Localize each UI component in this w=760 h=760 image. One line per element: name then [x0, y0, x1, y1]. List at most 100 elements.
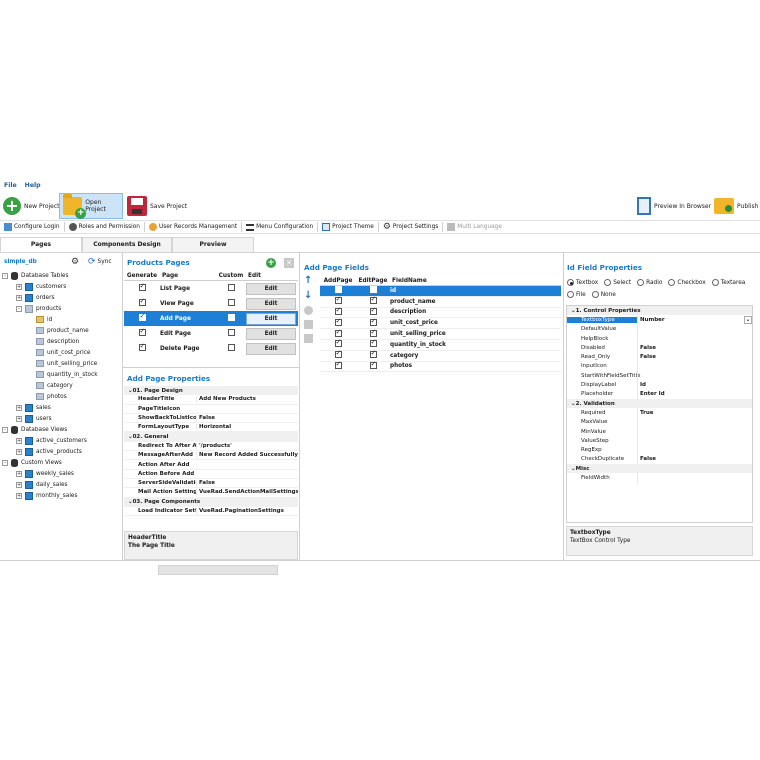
prop-value[interactable]	[637, 371, 752, 381]
remove-page-icon[interactable]: ×	[284, 258, 294, 268]
prop-row[interactable]: HeaderTitle Add New Products	[124, 395, 298, 405]
page-row-add[interactable]: Add Page Edit	[124, 311, 298, 326]
tree-field[interactable]: photos	[2, 391, 120, 402]
prop-value[interactable]	[637, 436, 752, 446]
tree-view[interactable]: + active_products	[2, 446, 120, 457]
prop-value[interactable]: False	[196, 480, 298, 487]
sync-button[interactable]: ⟳ Sync	[88, 258, 112, 267]
generate-checkbox[interactable]	[138, 282, 146, 291]
prop-row[interactable]: Required True	[567, 408, 752, 418]
prop-value[interactable]: VueRad.PaginationSettings	[196, 508, 298, 514]
prop-category[interactable]: ⌄ 02. General	[124, 432, 298, 442]
prop-row[interactable]: ShowBackToListIcon False	[124, 414, 298, 424]
prop-row[interactable]: Load Indicator SettingsVueRad.Pagination…	[124, 507, 298, 517]
custom-checkbox[interactable]	[227, 299, 235, 306]
field-row[interactable]: quantity_in_stock	[320, 338, 561, 351]
generate-checkbox[interactable]	[138, 297, 146, 306]
chevron-down-icon[interactable]: ⌄	[744, 315, 752, 324]
gear-icon[interactable]: ⚙	[71, 257, 79, 267]
tree-custom-view[interactable]: + daily_sales	[2, 479, 120, 490]
new-project-button[interactable]: + New Project	[0, 194, 63, 218]
add-page-checkbox[interactable]	[334, 349, 342, 359]
prop-row[interactable]: Disabled False	[567, 343, 752, 353]
edit-page-checkbox[interactable]	[369, 317, 377, 326]
page-row-list[interactable]: List Page Edit	[124, 281, 298, 296]
user-records-button[interactable]: User Records Management	[145, 222, 243, 232]
tree-table-sales[interactable]: + sales	[2, 402, 120, 413]
project-settings-button[interactable]: ⚙ Project Settings	[379, 222, 444, 232]
edit-page-checkbox[interactable]	[369, 328, 377, 337]
tree-table-users[interactable]: + users	[2, 413, 120, 424]
prop-category[interactable]: ⌄ Misc	[567, 464, 752, 474]
generate-checkbox[interactable]	[138, 327, 146, 336]
edit-page-checkbox[interactable]	[369, 306, 377, 315]
tree-field[interactable]: product_name	[2, 325, 120, 336]
prop-value[interactable]	[637, 426, 752, 437]
menu-config-button[interactable]: Menu Configuration	[242, 222, 319, 232]
field-row[interactable]: unit_selling_price	[320, 328, 561, 340]
configure-login-button[interactable]: Configure Login	[0, 222, 65, 232]
generate-checkbox[interactable]	[138, 312, 146, 321]
prop-value[interactable]: Add New Products	[196, 396, 298, 403]
edit-page-button[interactable]: Edit	[246, 342, 296, 355]
tree-custom-view[interactable]: + weekly_sales	[2, 468, 120, 479]
custom-checkbox[interactable]	[227, 314, 235, 321]
tree-view[interactable]: + active_customers	[2, 435, 120, 446]
prop-row[interactable]: ValueStep	[567, 436, 752, 446]
project-theme-button[interactable]: Project Theme	[318, 222, 379, 232]
prop-value[interactable]: False	[637, 352, 752, 362]
tree-table-products[interactable]: - products	[2, 303, 120, 314]
page-row-delete[interactable]: Delete Page Edit	[124, 341, 298, 356]
add-page-icon[interactable]: +	[266, 258, 276, 268]
prop-value[interactable]: VueRad.SendActionMailSettings	[196, 489, 298, 496]
edit-page-button[interactable]: Edit	[246, 327, 296, 340]
edit-page-button[interactable]: Edit	[246, 297, 296, 310]
prop-row[interactable]: TextboxType Number ⌄	[567, 315, 752, 325]
prop-value[interactable]	[637, 324, 752, 334]
prop-row[interactable]: Read_Only False	[567, 352, 752, 362]
custom-checkbox[interactable]	[227, 284, 235, 291]
tree-db-tables[interactable]: - Database Tables	[2, 270, 120, 281]
edit-page-checkbox[interactable]	[369, 295, 377, 305]
prop-value[interactable]	[637, 333, 752, 344]
tree-field[interactable]: category	[2, 380, 120, 391]
tree-field[interactable]: unit_selling_price	[2, 358, 120, 369]
tree-custom-view[interactable]: + monthly_sales	[2, 490, 120, 501]
prop-value[interactable]: False	[196, 415, 298, 422]
field-row[interactable]: id	[320, 286, 561, 297]
prop-row[interactable]: PageTitleIcon	[124, 405, 298, 414]
menu-help[interactable]: Help	[25, 182, 41, 192]
field-row[interactable]: photos	[320, 360, 561, 373]
prop-row[interactable]: Placeholder Enter Id	[567, 389, 752, 399]
prop-value[interactable]: '/products'	[196, 442, 298, 449]
page-row-view[interactable]: View Page Edit	[124, 296, 298, 311]
field-row[interactable]: category	[320, 349, 561, 362]
prop-row[interactable]: Action Before Add	[124, 470, 298, 479]
prop-value[interactable]: False	[637, 343, 752, 353]
preview-browser-button[interactable]: Preview In Browser	[634, 194, 714, 218]
prop-row[interactable]: InputIcon	[567, 361, 752, 372]
remove-field-icon[interactable]	[304, 334, 313, 343]
tree-table-orders[interactable]: + orders	[2, 292, 120, 303]
page-row-edit[interactable]: Edit Page Edit	[124, 326, 298, 341]
move-down-icon[interactable]: ↓	[304, 291, 313, 301]
save-project-button[interactable]: Save Project	[124, 194, 190, 218]
edit-page-checkbox[interactable]	[369, 338, 377, 348]
prop-row[interactable]: Redirect To After Add'/products'	[124, 442, 298, 452]
prop-value[interactable]	[637, 445, 752, 455]
prop-row[interactable]: RegExp	[567, 445, 752, 455]
tree-db-views[interactable]: - Database Views	[2, 424, 120, 435]
field-row[interactable]: product_name	[320, 295, 561, 308]
horizontal-scrollbar[interactable]	[158, 565, 278, 575]
prop-row[interactable]: FieldWidth	[567, 473, 752, 483]
add-page-checkbox[interactable]	[334, 317, 342, 326]
field-row[interactable]: unit_cost_price	[320, 317, 561, 330]
add-page-checkbox[interactable]	[334, 295, 342, 305]
generate-checkbox[interactable]	[138, 342, 146, 351]
tab-preview[interactable]: Preview	[172, 237, 254, 252]
edit-page-button[interactable]: Edit	[246, 312, 296, 325]
prop-value[interactable]: True	[637, 408, 752, 418]
add-page-checkbox[interactable]	[334, 328, 342, 337]
radio-file[interactable]: File	[567, 291, 586, 298]
custom-checkbox[interactable]	[227, 344, 235, 351]
